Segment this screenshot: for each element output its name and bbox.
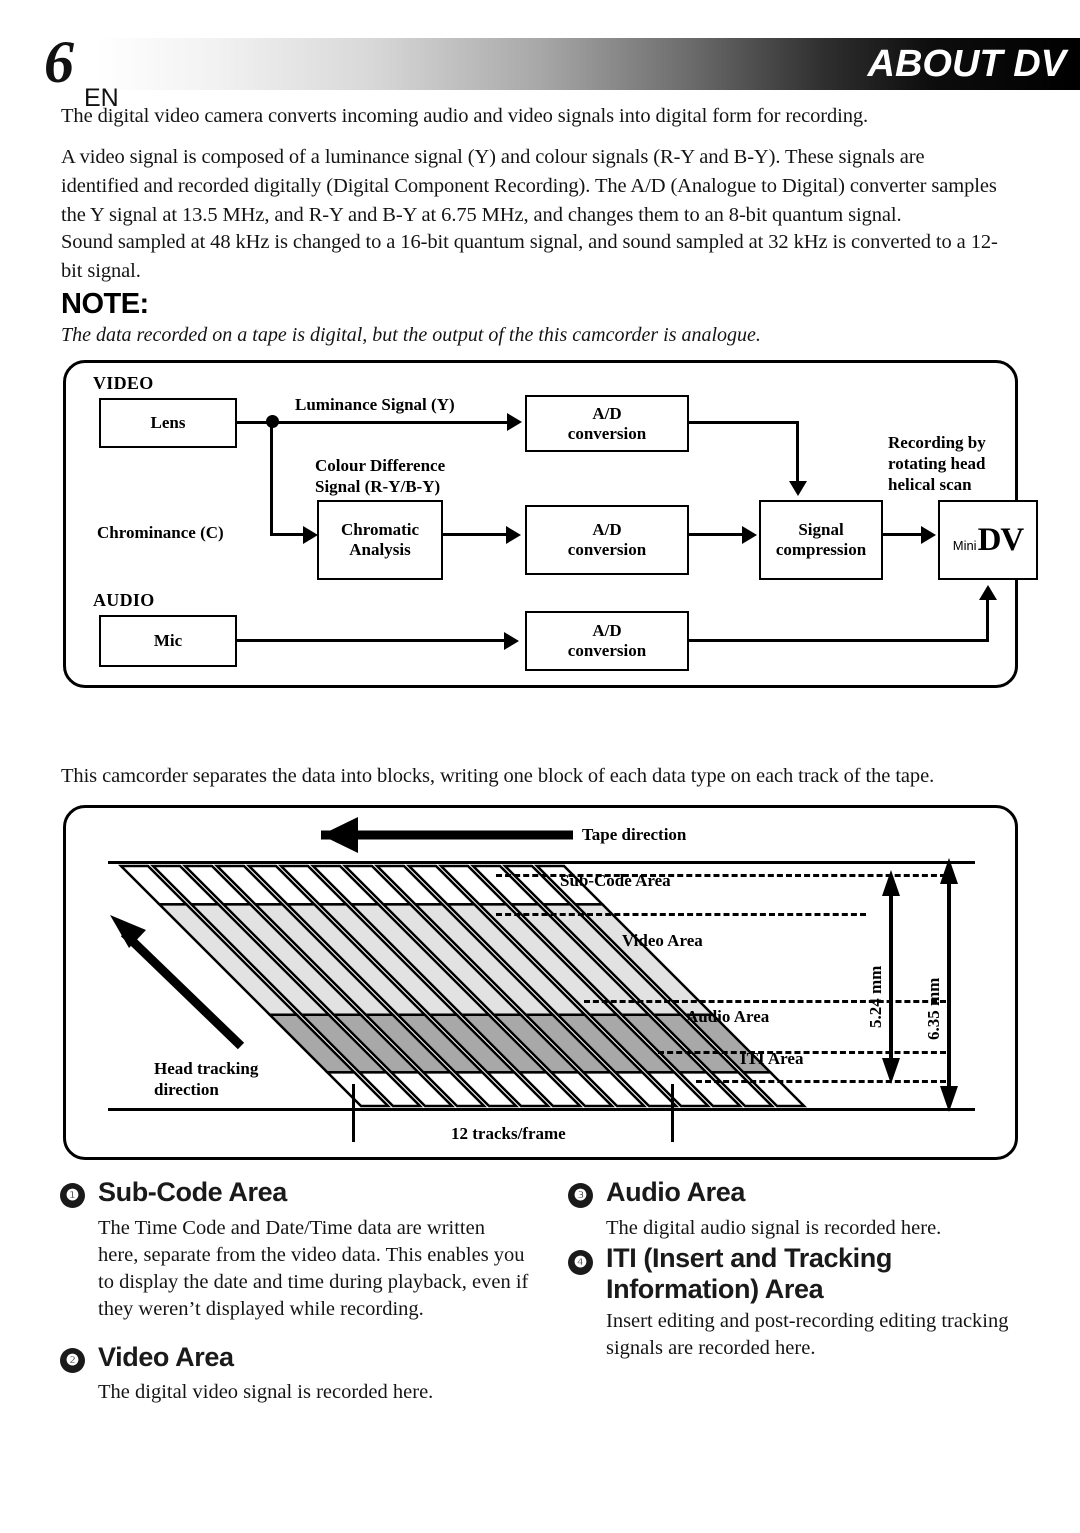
label-dimension-outer: 6.35 mm: [924, 977, 943, 1040]
diagram-section-audio: AUDIO: [93, 590, 155, 610]
wire-chromatic-to-ad: [443, 533, 507, 536]
block-chromatic-analysis-label: Chromatic Analysis: [340, 520, 420, 559]
block-chromatic-analysis: Chromatic Analysis: [317, 500, 443, 580]
block-ad-conversion-luminance-label: A/D conversion: [567, 403, 647, 443]
arrow-chroma-in-icon: [303, 526, 318, 544]
section-badge-3: ❸: [568, 1183, 593, 1208]
label-recording-line3: helical scan: [888, 475, 972, 494]
signal-flow-diagram: VIDEO AUDIO Lens Luminance Signal (Y) A/…: [63, 360, 1038, 688]
tape-edge-top: [108, 861, 975, 864]
label-tape-direction: Tape direction: [582, 825, 687, 844]
intro-paragraph-3: Sound sampled at 48 kHz is changed to a …: [61, 231, 998, 282]
section-heading-subcode: Sub-Code Area: [98, 1177, 287, 1207]
minidv-dv-text: DV: [977, 521, 1025, 558]
section-body-subcode: The Time Code and Date/Time data are wri…: [98, 1217, 529, 1320]
minidv-logo-icon: Mini DV: [952, 521, 1025, 558]
label-head-tracking-line2: direction: [154, 1080, 219, 1099]
section-body-audio: The digital audio signal is recorded her…: [606, 1217, 942, 1239]
block-signal-compression-label: Signal compression: [775, 520, 867, 559]
label-colour-difference-line2: Signal (R-Y/B-Y): [315, 477, 441, 496]
section-body-iti: Insert editing and post-recording editin…: [606, 1310, 1009, 1359]
tape-track-diagram: Tape direction Head tracking direction S…: [63, 805, 1018, 1160]
wire-mic-to-ad: [237, 639, 507, 642]
divider-video-bottom: [584, 1000, 946, 1003]
block-ad-conversion-audio-label: A/D conversion: [567, 621, 647, 660]
arrow-compression-to-cassette-icon: [921, 526, 936, 544]
page-number: 6: [44, 29, 74, 95]
section-heading-iti: ITI (Insert and Tracking Information) Ar…: [606, 1243, 892, 1304]
block-minidv-cassette: Mini DV: [938, 500, 1038, 580]
tape-intro-paragraph: This camcorder separates the data into b…: [61, 765, 935, 787]
label-luminance-signal: Luminance Signal (Y): [295, 395, 455, 414]
label-tracks-per-frame: 12 tracks/frame: [451, 1124, 566, 1143]
label-area-audio: Audio Area: [686, 1007, 770, 1026]
wire-chroma-in: [270, 533, 307, 536]
section-body-video: The digital video signal is recorded her…: [98, 1381, 434, 1403]
page-title: ABOUT DV: [867, 43, 1066, 85]
wire-luminance: [272, 421, 511, 424]
intro-paragraph-2: A video signal is composed of a luminanc…: [61, 146, 997, 226]
note-text: The data recorded on a tape is digital, …: [61, 324, 761, 346]
page-header: 6 EN ABOUT DV: [0, 32, 1080, 111]
block-signal-compression: Signal compression: [759, 500, 883, 580]
block-lens: Lens: [99, 398, 237, 448]
section-badge-4: ❹: [568, 1250, 593, 1275]
tape-edge-bottom: [108, 1108, 975, 1111]
wire-audio-up: [986, 600, 989, 642]
note-heading: NOTE:: [61, 288, 149, 320]
block-ad-conversion-chroma-label: A/D conversion: [567, 520, 647, 559]
section-heading-audio: Audio Area: [606, 1177, 746, 1207]
divider-subcode-bottom: [496, 913, 866, 916]
label-chrominance: Chrominance (C): [97, 523, 224, 542]
section-heading-video: Video Area: [98, 1342, 234, 1372]
arrow-luminance-icon: [507, 413, 522, 431]
label-recording-line1: Recording by: [888, 433, 986, 452]
label-area-video: Video Area: [622, 931, 703, 950]
label-colour-difference-line1: Colour Difference: [315, 456, 446, 475]
label-area-subcode: Sub-Code Area: [560, 871, 671, 890]
diagram-section-video: VIDEO: [93, 373, 154, 393]
arrow-ad-top-down-icon: [789, 481, 807, 496]
section-badge-2: ❷: [60, 1348, 85, 1373]
wire-ad-to-compression: [689, 533, 745, 536]
wire-compression-to-cassette: [883, 533, 925, 536]
wire-chroma-branch: [270, 421, 273, 535]
block-mic: Mic: [99, 615, 237, 667]
block-ad-conversion-chroma: A/D conversion: [525, 505, 689, 575]
bracket-tick-right: [671, 1084, 674, 1142]
section-badge-1: ❶: [60, 1183, 85, 1208]
label-recording-line2: rotating head: [888, 454, 986, 473]
intro-paragraph-1: The digital video camera converts incomi…: [61, 105, 869, 127]
arrow-mic-to-ad-icon: [504, 632, 519, 650]
block-ad-conversion-luminance: A/D conversion: [525, 395, 689, 452]
arrow-audio-up-icon: [979, 585, 997, 600]
minidv-mini-text: Mini: [952, 537, 977, 553]
wire-ad-top-out: [689, 421, 799, 424]
block-ad-conversion-audio: A/D conversion: [525, 611, 689, 671]
wire-audio-out: [689, 639, 989, 642]
arrow-chromatic-to-ad-icon: [506, 526, 521, 544]
label-head-tracking-line1: Head tracking: [154, 1059, 259, 1078]
arrow-ad-to-compression-icon: [742, 526, 757, 544]
wire-ad-top-down: [796, 421, 799, 483]
bracket-tick-left: [352, 1084, 355, 1142]
label-area-iti: ITI Area: [740, 1049, 804, 1068]
label-dimension-inner: 5.24 mm: [866, 965, 885, 1028]
divider-iti-bottom: [696, 1080, 946, 1083]
